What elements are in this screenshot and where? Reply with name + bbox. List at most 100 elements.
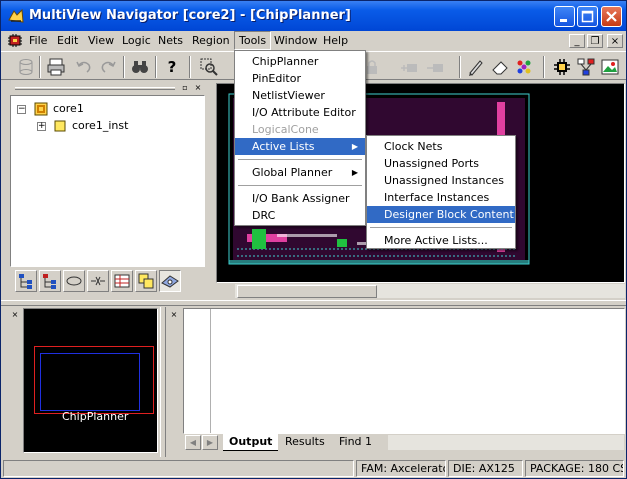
zoom-select-icon[interactable] <box>198 56 220 78</box>
mdi-close-button[interactable]: × <box>607 34 623 48</box>
menu-item-label: Global Planner <box>252 166 333 179</box>
menu-item-logicalcone: LogicalCone <box>252 123 319 136</box>
vertical-splitter[interactable] <box>160 307 166 457</box>
expand-toggle[interactable]: + <box>37 122 46 131</box>
mini-view-close-button[interactable]: × <box>10 310 20 320</box>
panel-grip[interactable] <box>15 87 175 90</box>
tree-item-label: core1_inst <box>72 119 129 132</box>
document-chip-icon[interactable] <box>7 33 23 48</box>
mini-view-viewport[interactable] <box>40 353 140 411</box>
menu-edit[interactable]: Edit <box>52 31 83 50</box>
eye-tab-icon[interactable] <box>159 270 181 292</box>
log-close-button[interactable]: × <box>169 310 179 320</box>
toolbar-separator <box>543 56 545 78</box>
horizontal-scrollbar[interactable] <box>235 283 625 298</box>
layers-tab-icon[interactable] <box>135 270 157 292</box>
tab-output[interactable]: Output <box>223 434 279 451</box>
redo-icon[interactable] <box>97 56 119 78</box>
chip-block-icon <box>34 102 48 116</box>
close-button[interactable] <box>601 6 622 27</box>
menu-item-designer-block-content[interactable]: Designer Block Content <box>367 206 515 223</box>
menu-item-active-lists[interactable]: Active Lists ▶ <box>235 138 365 155</box>
maximize-button[interactable] <box>577 6 598 27</box>
ports-tab-icon[interactable] <box>63 270 85 292</box>
hierarchy-tab-icon[interactable] <box>15 270 37 292</box>
menu-item-unassigned-ports[interactable]: Unassigned Ports <box>367 155 515 172</box>
mini-navigator-view[interactable]: ChipPlanner <box>23 308 158 453</box>
toolbar-separator <box>189 56 191 78</box>
menu-item-netlistviewer[interactable]: NetlistViewer <box>235 87 365 104</box>
network-icon[interactable] <box>575 56 597 78</box>
menu-item-io-attribute-editor[interactable]: I/O Attribute Editor <box>235 104 365 121</box>
menu-item-drc[interactable]: DRC <box>235 207 365 224</box>
menu-tools[interactable]: Tools <box>234 31 272 50</box>
minimize-icon <box>560 19 567 22</box>
hierarchy-alt-tab-icon[interactable] <box>39 270 61 292</box>
image-icon[interactable] <box>599 56 621 78</box>
tab-find-1[interactable]: Find 1 <box>333 434 378 451</box>
menu-item-global-planner[interactable]: Global Planner ▶ <box>235 164 365 181</box>
menu-nets[interactable]: Nets <box>153 31 188 50</box>
panel-restore-button[interactable]: ▫ <box>180 83 190 93</box>
nets-tab-icon[interactable] <box>87 270 109 292</box>
color-dots-icon[interactable] <box>513 56 535 78</box>
tree-tab-strip <box>10 269 206 295</box>
cylinder-icon[interactable] <box>15 56 37 78</box>
tab-strip-filler <box>388 435 624 450</box>
toolbar-separator <box>39 56 41 78</box>
menu-item-clock-nets[interactable]: Clock Nets <box>367 138 515 155</box>
menu-file[interactable]: File <box>24 31 52 50</box>
menu-window[interactable]: Window <box>269 31 322 50</box>
log-gutter <box>210 309 211 433</box>
panel-close-button[interactable]: × <box>193 83 203 93</box>
app-window: MultiView Navigator [core2] - [ChipPlann… <box>0 0 627 479</box>
minimize-button[interactable] <box>554 6 575 27</box>
menu-item-interface-instances[interactable]: Interface Instances <box>367 189 515 206</box>
menu-bar: File Edit View Logic Nets Region Tools W… <box>1 31 626 50</box>
tab-results[interactable]: Results <box>279 434 331 451</box>
mini-view-label: ChipPlanner <box>62 410 129 423</box>
tree-item-core1[interactable]: − core1 <box>17 101 177 117</box>
close-icon <box>606 11 617 22</box>
undo-icon[interactable] <box>73 56 95 78</box>
tree-panel-header[interactable]: ▫ × <box>10 83 206 94</box>
menu-item-more-active-lists[interactable]: More Active Lists... <box>367 232 515 249</box>
maximize-icon <box>581 10 594 23</box>
status-message <box>3 460 354 477</box>
title-bar[interactable]: MultiView Navigator [core2] - [ChipPlann… <box>1 1 626 31</box>
tree-item-core1-inst[interactable]: + core1_inst <box>37 118 177 134</box>
tools-menu: ChipPlanner PinEditor NetlistViewer I/O … <box>234 50 366 226</box>
scrollbar-thumb[interactable] <box>237 285 377 298</box>
add-layer-icon[interactable] <box>399 56 421 78</box>
eraser-icon[interactable] <box>489 56 511 78</box>
horizontal-splitter[interactable] <box>1 300 626 306</box>
binoculars-icon[interactable] <box>129 56 151 78</box>
hierarchy-tree[interactable]: − core1 + core1_inst <box>10 95 205 267</box>
menu-item-unassigned-instances[interactable]: Unassigned Instances <box>367 172 515 189</box>
help-icon[interactable]: ? <box>161 56 183 78</box>
menu-item-chipplanner[interactable]: ChipPlanner <box>235 53 365 70</box>
mdi-minimize-button[interactable]: _ <box>569 34 585 48</box>
active-lists-submenu: Clock Nets Unassigned Ports Unassigned I… <box>366 135 516 249</box>
status-bar: FAM: Axcelerator DIE: AX125 PACKAGE: 180… <box>1 458 626 478</box>
chip-icon[interactable] <box>551 56 573 78</box>
menu-item-pineditor[interactable]: PinEditor <box>235 70 365 87</box>
printer-icon[interactable] <box>45 56 67 78</box>
tab-scroll-left-button[interactable]: ◀ <box>185 435 201 450</box>
menu-view[interactable]: View <box>83 31 119 50</box>
pencil-icon[interactable] <box>465 56 487 78</box>
app-icon[interactable] <box>8 9 24 23</box>
menu-region[interactable]: Region <box>187 31 235 50</box>
mdi-restore-button[interactable]: ❐ <box>587 34 603 48</box>
menu-logic[interactable]: Logic <box>117 31 156 50</box>
collapse-toggle[interactable]: − <box>17 105 26 114</box>
status-family: FAM: Axcelerator <box>356 460 446 477</box>
submenu-arrow-icon: ▶ <box>351 142 358 151</box>
menu-help[interactable]: Help <box>318 31 353 50</box>
output-log[interactable] <box>183 308 625 434</box>
menu-item-io-bank-assigner[interactable]: I/O Bank Assigner <box>235 190 365 207</box>
tab-scroll-right-button[interactable]: ▶ <box>202 435 218 450</box>
menu-separator <box>238 185 362 186</box>
table-tab-icon[interactable] <box>111 270 133 292</box>
remove-layer-icon[interactable] <box>425 56 447 78</box>
